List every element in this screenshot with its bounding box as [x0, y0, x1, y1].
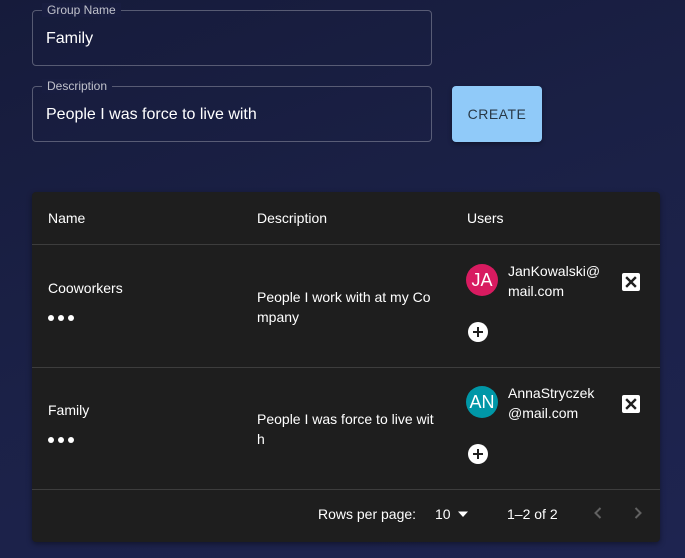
header-users: Users [467, 210, 504, 226]
group-name-input[interactable]: Family [46, 29, 93, 49]
rows-per-page-select[interactable]: 10 [434, 502, 474, 526]
header-description: Description [257, 210, 328, 226]
description-field[interactable]: Description People I was force to live w… [32, 79, 432, 142]
group-name-label: Group Name [42, 3, 121, 17]
more-horiz-icon[interactable] [48, 430, 74, 450]
avatar: JA [466, 264, 498, 296]
table-row: Family People I was force to live with A… [32, 367, 660, 490]
table-row: Cooworkers People I work with at my Comp… [32, 245, 660, 368]
user-email: JanKowalski@mail.com [508, 263, 601, 299]
table-header: Name Description Users [32, 192, 660, 245]
table-pagination: Rows per page: 10 1–2 of 2 [32, 488, 660, 540]
chevron-right-icon [634, 507, 642, 519]
previous-page-button[interactable] [586, 501, 610, 525]
rows-per-page-label: Rows per page: [318, 506, 417, 522]
header-name: Name [48, 210, 86, 226]
more-horiz-icon[interactable] [48, 308, 74, 328]
group-name: Family [48, 402, 90, 418]
group-description: People I was force to live with [257, 411, 434, 447]
caret-down-icon [458, 511, 468, 517]
remove-user-icon[interactable] [622, 273, 640, 291]
create-button[interactable]: CREATE [452, 86, 542, 142]
group-name-field[interactable]: Group Name Family [32, 3, 432, 66]
chevron-left-icon [594, 507, 602, 519]
add-user-icon[interactable] [468, 444, 488, 464]
next-page-button[interactable] [626, 501, 650, 525]
rows-per-page-value: 10 [435, 506, 451, 522]
description-input[interactable]: People I was force to live with [46, 105, 257, 125]
add-user-icon[interactable] [468, 322, 488, 342]
avatar: AN [466, 386, 498, 418]
description-label: Description [42, 79, 113, 93]
group-description: People I work with at my Company [257, 289, 431, 325]
group-name: Cooworkers [48, 280, 123, 296]
groups-table: Name Description Users Cooworkers People… [32, 192, 660, 542]
user-email: AnnaStryczek@mail.com [508, 385, 595, 421]
remove-user-icon[interactable] [622, 395, 640, 413]
page-range: 1–2 of 2 [507, 506, 558, 522]
